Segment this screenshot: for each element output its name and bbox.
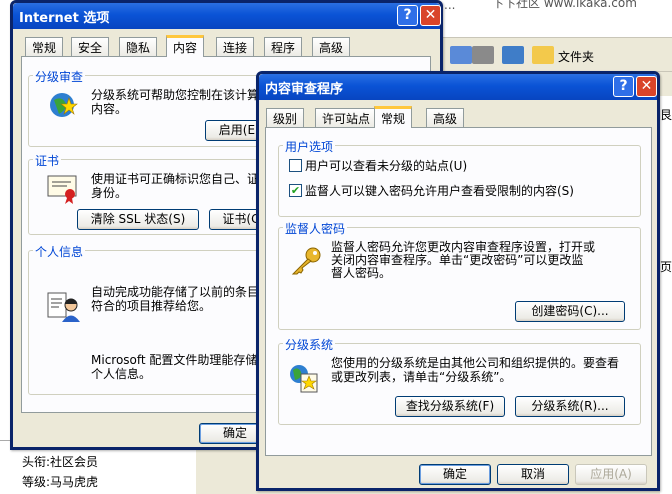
help-button[interactable]: ? (397, 5, 418, 26)
certificate-description-line1: 使用证书可正确标识您自己、证 (91, 172, 260, 186)
key-icon (291, 247, 321, 275)
personal-info-line3: Microsoft 配置文件助理能存储 (91, 353, 258, 367)
right-edge-char-1: 艮 (660, 108, 672, 122)
tab-programs[interactable]: 程序 (264, 37, 303, 56)
tab-general[interactable]: 常规 (25, 37, 64, 56)
supervisor-password-label[interactable]: 监督人可以键入密码允许用户查看受限制的内容(S) (305, 184, 574, 198)
rating-description-line2: 内容。 (91, 102, 128, 116)
internet-options-title: Internet 选项 (19, 10, 110, 26)
folder-icon[interactable] (532, 46, 554, 64)
tab-security[interactable]: 安全 (71, 37, 110, 56)
folder-button-label[interactable]: 文件夹 (558, 48, 594, 65)
user-options-group: 用户选项 用户可以查看未分级的站点(U) ✔ 监督人可以键入密码允许用户查看受限… (278, 138, 641, 217)
advisor-close-button[interactable]: ✕ (636, 76, 657, 97)
tab-advisor-advanced[interactable]: 高级 (426, 108, 465, 127)
tab-ratings[interactable]: 级别 (266, 108, 305, 127)
personal-info-group-label: 个人信息 (33, 243, 86, 260)
content-advisor-titlebar[interactable]: 内容审查程序 (259, 74, 657, 100)
user-options-label: 用户选项 (283, 138, 336, 155)
unrated-sites-label[interactable]: 用户可以查看未分级的站点(U) (305, 159, 467, 173)
certificate-description-line2: 身份。 (91, 186, 128, 200)
rating-document-icon (290, 365, 318, 393)
background-right-edge: 艮 页 (660, 96, 672, 494)
advisor-general-panel: 用户选项 用户可以查看未分级的站点(U) ✔ 监督人可以键入密码允许用户查看受限… (265, 127, 652, 456)
rating-systems-button[interactable]: 分级系统(R)... (515, 396, 625, 417)
advisor-apply-button[interactable]: 应用(A) (575, 464, 647, 485)
supervisor-password-group: 监督人密码 监督人密码允许您更改内容审查程序设置，打开或 关闭内容审查程序。单击… (278, 220, 641, 330)
background-toolbar: 文件夹 (440, 38, 672, 72)
rating-systems-label: 分级系统 (283, 336, 336, 353)
tab-connections[interactable]: 连接 (216, 37, 255, 56)
post-rank-text: 头衔:社区会员 (22, 455, 99, 469)
create-password-button[interactable]: 创建密码(C)... (515, 301, 625, 322)
certificate-group-label: 证书 (33, 152, 62, 169)
tab-advisor-general[interactable]: 常规 (374, 106, 413, 128)
post-level-text: 等级:马马虎虎 (22, 475, 99, 489)
clear-ssl-state-button[interactable]: 清除 SSL 状态(S) (77, 209, 199, 230)
supervisor-description-line2: 关闭内容审查程序。单击“更改密码”可以更改监 (331, 253, 584, 267)
personal-info-line1: 自动完成功能存储了以前的条目 (91, 285, 260, 299)
rating-systems-line2: 或更改列表，请单击“分级系统”。 (331, 370, 512, 384)
tab-approved-sites[interactable]: 许可站点 (315, 108, 378, 127)
content-advisor-title: 内容审查程序 (265, 81, 344, 97)
dropdown-arrow-icon[interactable] (450, 46, 472, 64)
personal-info-line4: 个人信息。 (91, 367, 152, 381)
background-header: ... 卞卞社区 www.ikaka.com (440, 0, 672, 38)
supervisor-password-group-label: 监督人密码 (283, 220, 348, 237)
content-advisor-window: 内容审查程序 ? ✕ 级别 许可站点 常规 高级 用户选项 用户可以查看未分级的… (256, 71, 660, 491)
supervisor-description-line1: 监督人密码允许您更改内容审查程序设置，打开或 (331, 240, 596, 254)
tab-privacy[interactable]: 隐私 (119, 37, 158, 56)
advisor-help-button[interactable]: ? (613, 76, 634, 97)
find-rating-systems-button[interactable]: 查找分级系统(F) (395, 396, 505, 417)
certificate-icon (47, 175, 77, 204)
rating-group-label: 分级审查 (33, 68, 86, 85)
print-icon[interactable] (472, 46, 494, 64)
advisor-ok-button[interactable]: 确定 (419, 464, 491, 485)
right-edge-char-2: 页 (660, 260, 672, 274)
rating-description-line1: 分级系统可帮助您控制在该计算 (91, 88, 260, 102)
background-site-title: 卞卞社区 www.ikaka.com (492, 0, 637, 10)
tab-content[interactable]: 内容 (166, 35, 205, 57)
edit-icon[interactable] (502, 46, 524, 64)
rating-systems-group: 分级系统 您使用的分级系统是由其他公司和组织提供的。要查看 或更改列表，请单击“… (278, 336, 641, 425)
background-dots: ... (444, 0, 456, 12)
tab-advanced[interactable]: 高级 (312, 37, 351, 56)
unrated-sites-checkbox[interactable] (289, 159, 302, 172)
advisor-cancel-button[interactable]: 取消 (497, 464, 569, 485)
close-button[interactable]: ✕ (420, 5, 441, 26)
supervisor-description-line3: 督人密码。 (331, 266, 392, 280)
supervisor-password-checkbox[interactable]: ✔ (289, 184, 302, 197)
rating-systems-line1: 您使用的分级系统是由其他公司和组织提供的。要查看 (331, 356, 620, 370)
personal-info-line2: 符合的项目推荐给您。 (91, 299, 212, 313)
internet-options-titlebar[interactable]: Internet 选项 (13, 3, 440, 29)
globe-star-icon (50, 93, 78, 117)
profile-icon (47, 292, 80, 322)
